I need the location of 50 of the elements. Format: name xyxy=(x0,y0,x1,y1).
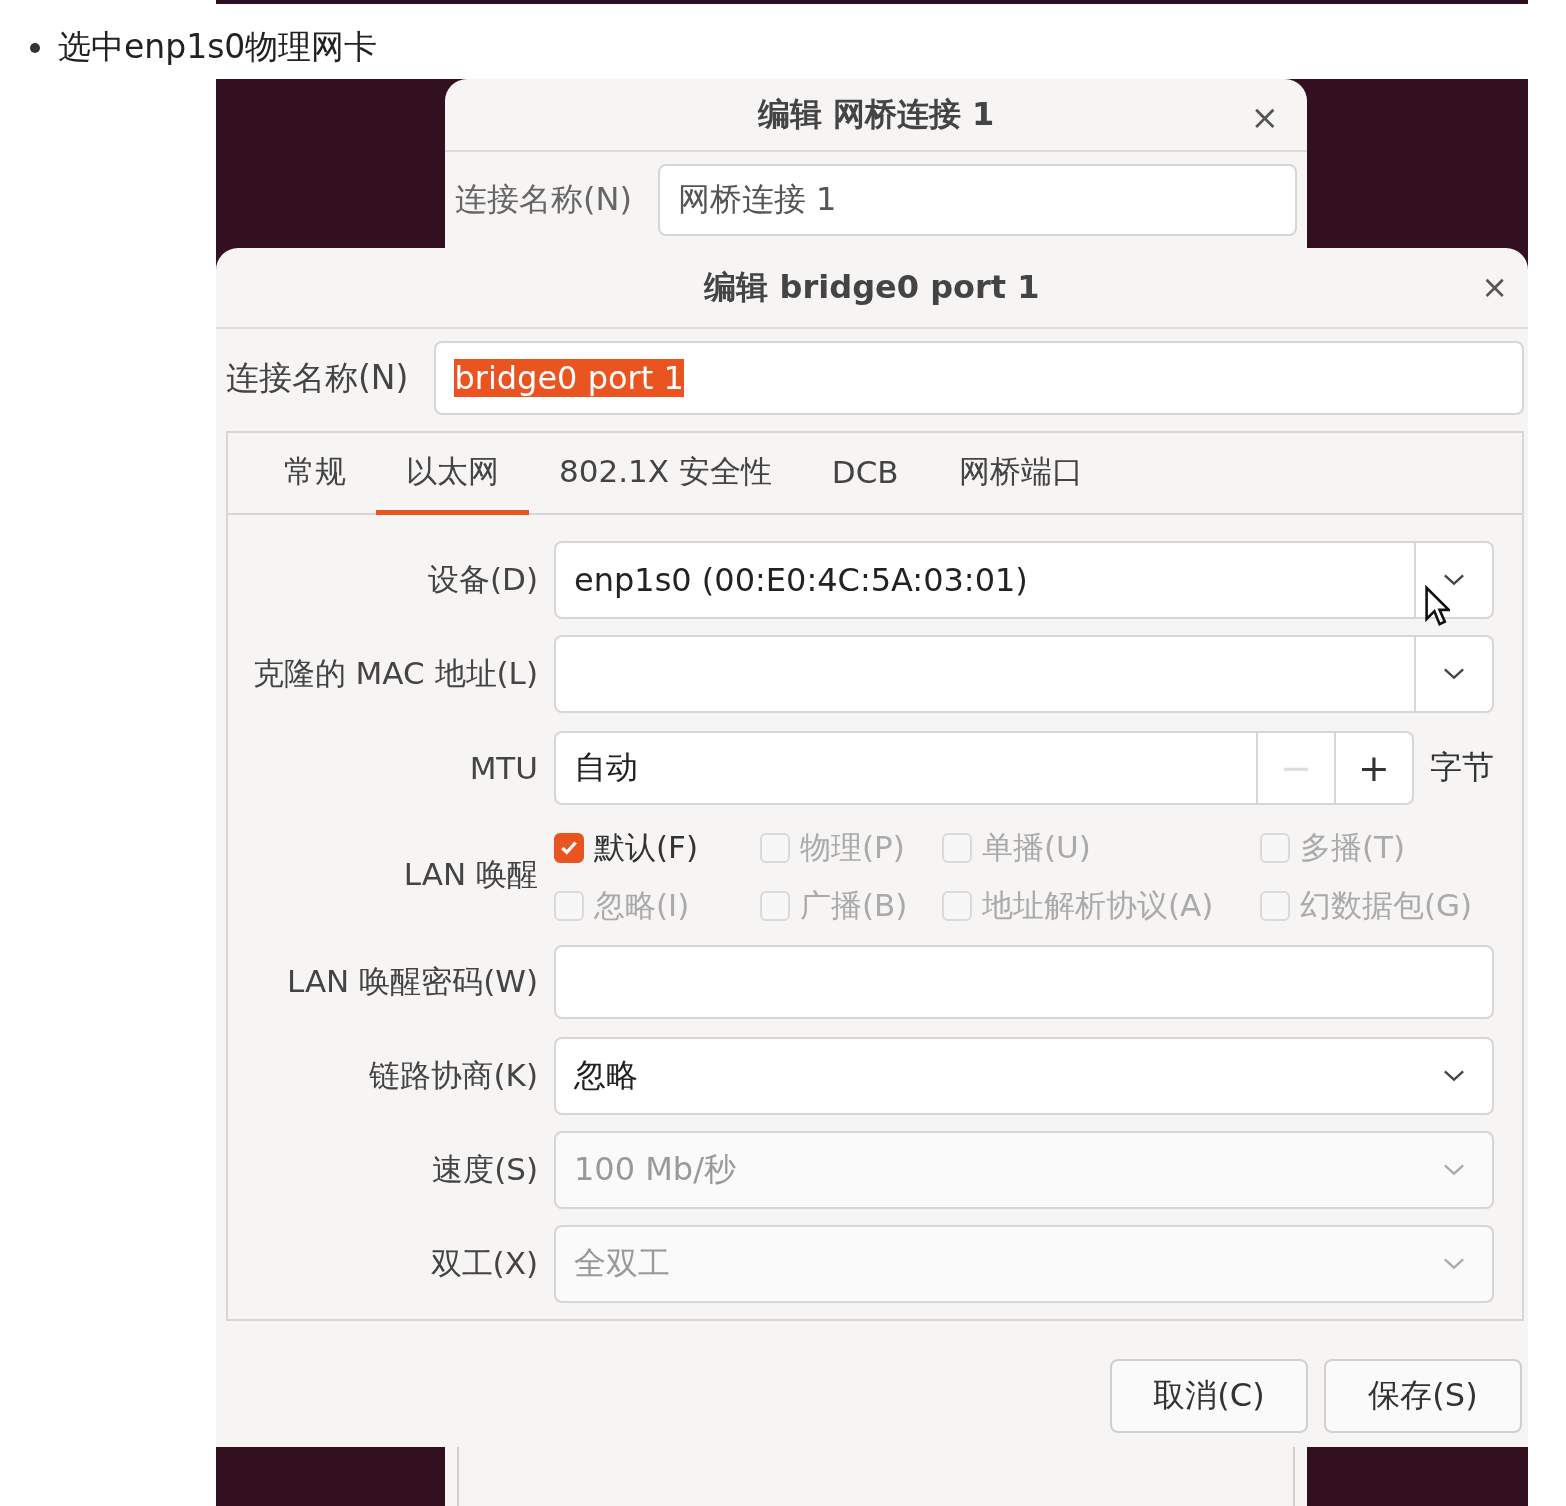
dialog-button[interactable]: 取消(C) xyxy=(1110,1359,1308,1433)
dropdown-value: enp1s0 (00:E0:4C:5A:03:01) xyxy=(573,561,1029,599)
chevron-down-icon xyxy=(1443,1069,1465,1083)
field-label: 双工(X) xyxy=(429,1244,538,1283)
increment-button[interactable]: + xyxy=(1334,733,1412,803)
chevron-down-icon xyxy=(1443,1163,1465,1177)
dialog-title: 编辑 bridge0 port 1 xyxy=(704,266,1040,308)
name-field[interactable]: bridge0 port 1 xyxy=(434,341,1524,415)
checkbox-label: 广播(B) xyxy=(800,886,908,925)
dialog-title: 编辑 网桥连接 1 xyxy=(757,93,995,135)
tab[interactable]: DCB xyxy=(801,433,929,515)
field-label: LAN 唤醒 xyxy=(402,855,538,894)
field-label: 连接名称(N) xyxy=(226,356,409,399)
checkbox-label: 地址解析协议(A) xyxy=(982,886,1214,925)
field-label: MTU xyxy=(468,750,538,786)
chevron-down-icon xyxy=(1443,667,1465,681)
chevron-down-icon xyxy=(1443,573,1465,587)
tab[interactable]: 网桥端口 xyxy=(928,433,1113,515)
field-label: 链路协商(K) xyxy=(368,1056,538,1095)
tab[interactable]: 802.1X 安全性 xyxy=(529,433,802,515)
dropdown[interactable]: 忽略 xyxy=(554,1037,1494,1115)
unit-label: 字节 xyxy=(1430,747,1494,788)
field-label: 速度(S) xyxy=(431,1150,538,1189)
checkbox-label: 物理(P) xyxy=(800,828,905,867)
input-field[interactable] xyxy=(554,945,1494,1019)
close-button[interactable]: × xyxy=(1481,268,1508,306)
list-item-text: 选中enp1s0物理网卡 xyxy=(58,26,378,68)
checkbox-label: 幻数据包(G) xyxy=(1300,886,1473,925)
dropdown-value: 忽略 xyxy=(573,1055,639,1096)
checkbox-label: 多播(T) xyxy=(1300,828,1406,867)
dropdown-value: 全双工 xyxy=(573,1243,671,1284)
tab[interactable]: 以太网 xyxy=(376,433,529,515)
dropdown-value: 100 Mb/秒 xyxy=(573,1149,737,1190)
number-field[interactable]: 自动 − + xyxy=(554,731,1414,805)
checkbox[interactable] xyxy=(554,833,584,863)
field-value: 自动 xyxy=(573,747,639,788)
field-label: 设备(D) xyxy=(426,560,538,599)
checkbox-label: 忽略(I) xyxy=(594,886,690,925)
bullet-icon xyxy=(30,42,40,53)
field-label: LAN 唤醒密码(W) xyxy=(285,962,538,1001)
field-label: 连接名称(N) xyxy=(455,179,632,221)
chevron-down-icon xyxy=(1443,1257,1465,1271)
close-button[interactable]: × xyxy=(1250,97,1279,137)
field-label: 克隆的 MAC 地址(L) xyxy=(251,654,538,693)
checkbox-label: 默认(F) xyxy=(594,828,699,867)
dropdown[interactable] xyxy=(554,635,1494,713)
name-field[interactable]: 网桥连接 1 xyxy=(657,164,1297,237)
checkbox-label: 单播(U) xyxy=(982,828,1091,867)
tab[interactable]: 常规 xyxy=(254,433,376,515)
dialog-button[interactable]: 保存(S) xyxy=(1324,1359,1522,1433)
